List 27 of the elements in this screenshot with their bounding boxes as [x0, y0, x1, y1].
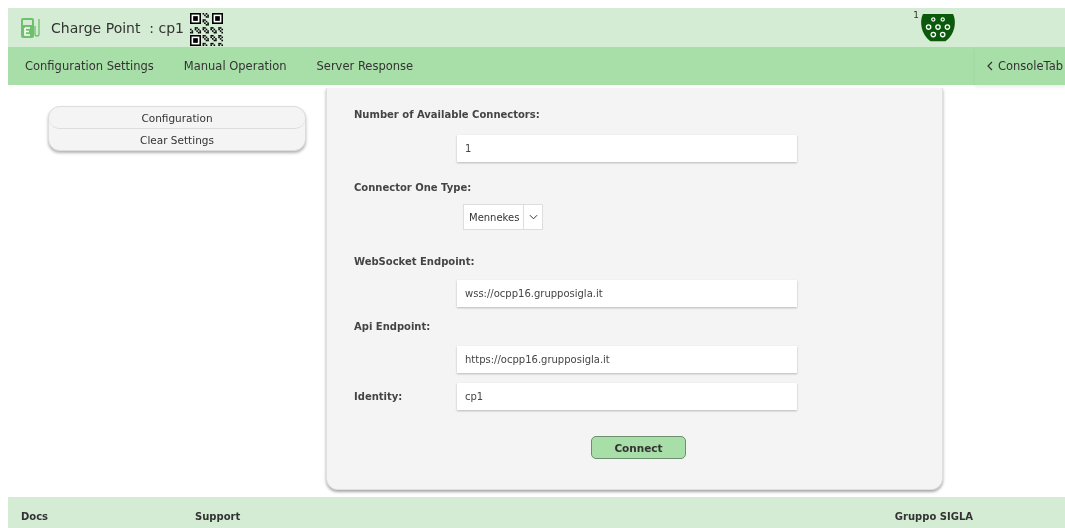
input-field[interactable]: https://ocpp16.grupposigla.it: [457, 346, 797, 373]
nav-tab[interactable]: Server Response: [316, 59, 414, 73]
select-dropdown[interactable]: Mennekes: [463, 204, 543, 230]
input-field[interactable]: wss://ocpp16.grupposigla.it: [457, 280, 797, 307]
page-title: Charge Point : cp1: [51, 19, 184, 36]
input-field[interactable]: cp1: [457, 383, 797, 410]
input-field[interactable]: 1: [457, 135, 797, 162]
chevron-left-icon: [986, 61, 993, 71]
qr-code-icon: [190, 12, 223, 46]
nav-tab[interactable]: Configuration Settings: [25, 59, 154, 73]
field-label: WebSocket Endpoint:: [354, 256, 476, 267]
console-tab[interactable]: ConsoleTab: [974, 47, 1065, 85]
field-label: Api Endpoint:: [354, 321, 432, 332]
sidebar-item[interactable]: Configuration: [49, 107, 305, 129]
footer-brand[interactable]: Gruppo SIGLA: [894, 510, 973, 522]
field-label: Connector One Type:: [354, 182, 473, 193]
sidebar-item[interactable]: Clear Settings: [49, 129, 305, 150]
fuel-pump-icon: [19, 15, 43, 40]
footer-link[interactable]: Docs: [21, 510, 195, 522]
nav-tab[interactable]: Manual Operation: [183, 59, 287, 73]
connector-socket-icon[interactable]: [919, 11, 957, 44]
footer-link[interactable]: Support: [195, 510, 241, 522]
field-label: Number of Available Connectors:: [354, 109, 541, 120]
connector-count: 1: [913, 9, 919, 20]
field-label: Identity:: [354, 391, 404, 402]
chevron-down-icon: [529, 214, 539, 220]
connect-button[interactable]: Connect: [591, 436, 686, 459]
